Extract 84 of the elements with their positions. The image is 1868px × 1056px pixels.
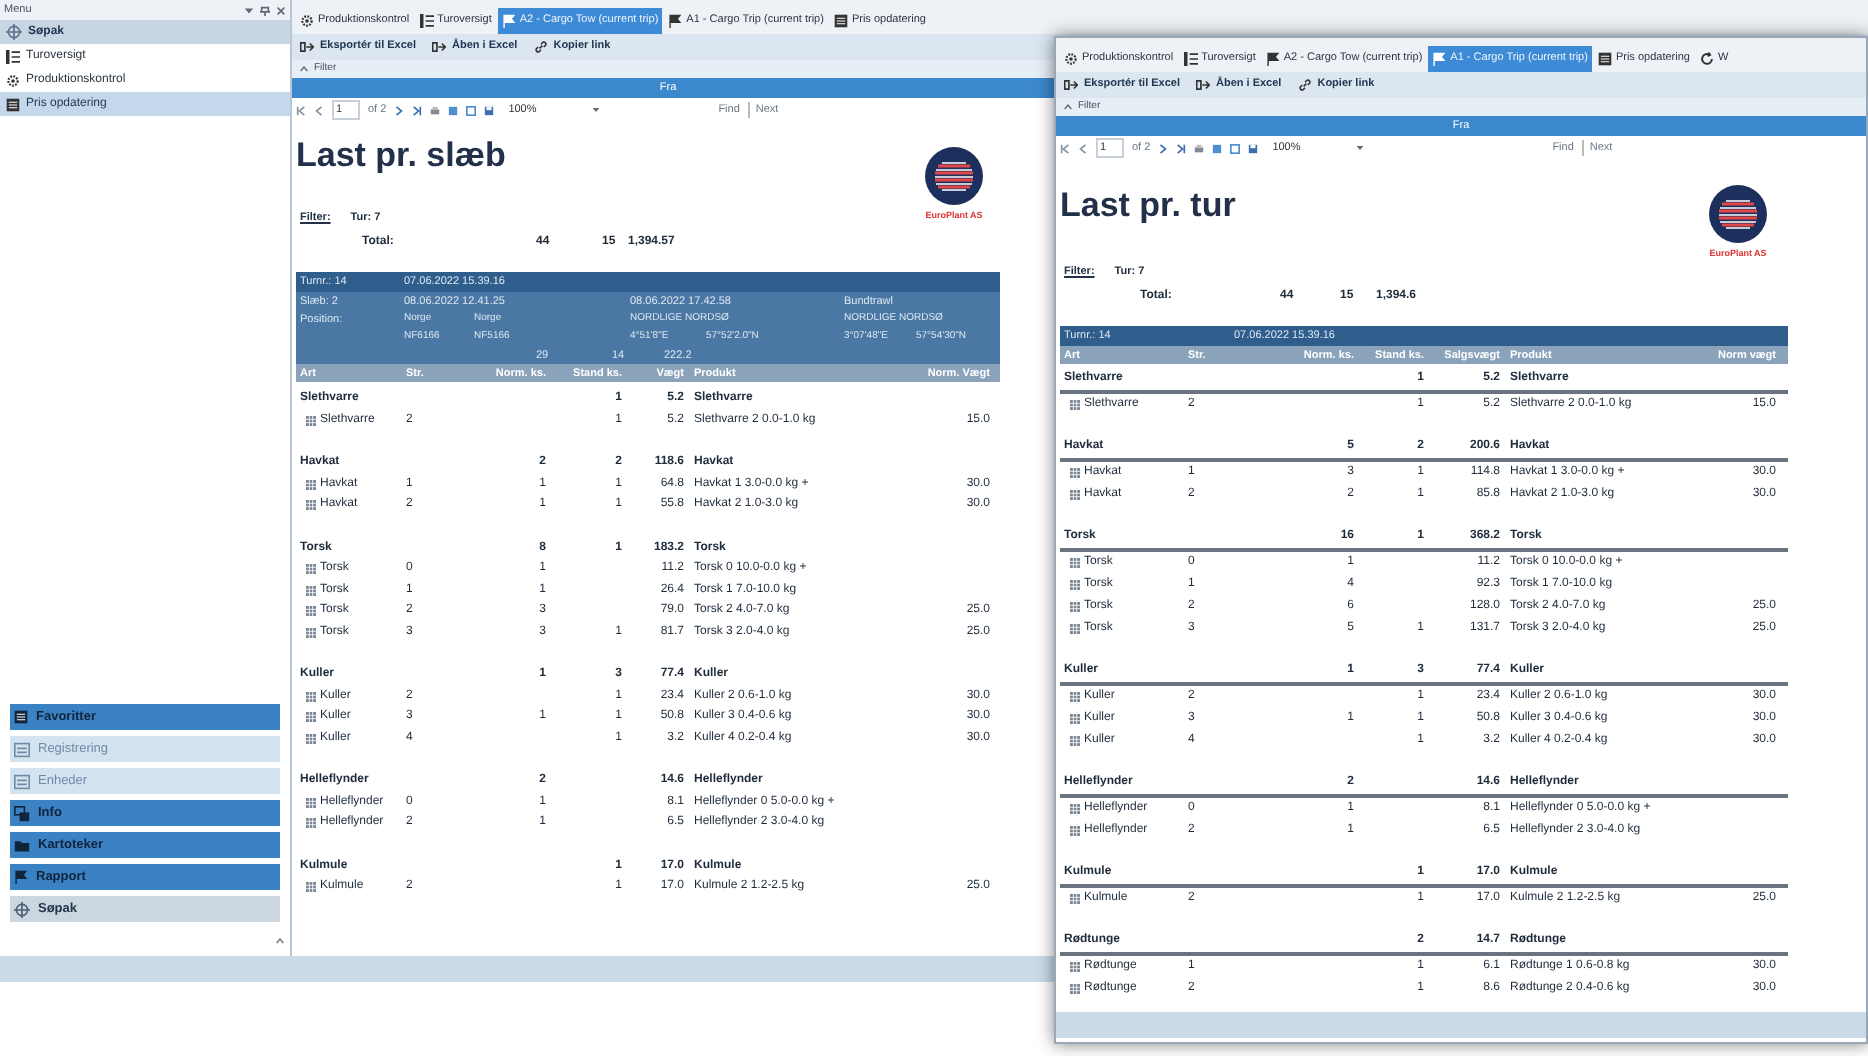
folder-icon xyxy=(14,837,30,853)
table-icon xyxy=(1070,490,1080,501)
wheel-icon xyxy=(6,24,22,40)
table-icon xyxy=(306,479,316,489)
wheel-icon xyxy=(14,901,30,917)
table-icon xyxy=(1070,580,1080,591)
table-icon xyxy=(306,564,316,574)
table-icon xyxy=(306,415,316,425)
caret-icon xyxy=(300,66,308,72)
table-icon xyxy=(306,733,316,743)
link-icon xyxy=(533,40,548,54)
export-icon xyxy=(432,40,446,54)
table-icon xyxy=(306,606,316,616)
flag-icon xyxy=(14,870,28,884)
table-icon xyxy=(306,797,316,807)
link-icon xyxy=(1297,78,1312,92)
gear-icon xyxy=(1064,52,1078,66)
page-setup-icon[interactable] xyxy=(466,105,477,115)
document-icon xyxy=(833,14,848,28)
document-icon xyxy=(14,710,28,724)
flag-icon xyxy=(668,14,683,28)
list-icon xyxy=(419,14,434,28)
table-icon xyxy=(1070,826,1080,837)
list-icon xyxy=(6,49,20,63)
page-layout-icon[interactable] xyxy=(448,105,459,115)
flag-icon xyxy=(1265,52,1280,66)
export-icon xyxy=(1196,78,1210,92)
page-setup-icon[interactable] xyxy=(1230,143,1241,153)
close-icon[interactable] xyxy=(276,5,286,15)
page-layout-icon[interactable] xyxy=(1212,143,1223,153)
table-icon xyxy=(1070,692,1080,703)
list-icon xyxy=(1183,52,1198,66)
table-icon xyxy=(1070,558,1080,569)
next-page-icon[interactable] xyxy=(1158,143,1169,153)
gear-icon xyxy=(6,73,20,87)
next-page-icon[interactable] xyxy=(394,105,405,115)
table-icon xyxy=(1070,962,1080,973)
print-icon[interactable] xyxy=(430,105,441,115)
pin-icon[interactable] xyxy=(260,5,270,15)
dropdown-icon xyxy=(592,106,601,114)
table-icon xyxy=(306,500,316,510)
flag-icon xyxy=(1432,52,1447,66)
table-icon xyxy=(306,691,316,701)
previous-page-icon[interactable] xyxy=(1078,143,1088,153)
first-page-icon[interactable] xyxy=(1060,143,1070,153)
first-page-icon[interactable] xyxy=(296,105,306,115)
table-icon xyxy=(1070,714,1080,725)
report-title: Last pr. tur xyxy=(1060,184,1236,228)
table-icon xyxy=(1070,400,1080,411)
export-icon xyxy=(1064,78,1078,92)
globe-logo xyxy=(924,146,984,206)
table-icon xyxy=(1070,804,1080,815)
flag-icon xyxy=(501,14,516,28)
table-icon xyxy=(306,818,316,828)
table-icon xyxy=(1070,736,1080,747)
document-icon xyxy=(1597,52,1612,66)
form-icon xyxy=(14,773,30,789)
table-icon xyxy=(306,712,316,722)
gear-icon xyxy=(300,14,314,28)
table-icon xyxy=(1070,468,1080,479)
refresh-icon xyxy=(1699,52,1714,66)
save-icon[interactable] xyxy=(1248,143,1259,153)
caret-icon[interactable] xyxy=(276,937,284,943)
dropdown-icon[interactable] xyxy=(244,5,254,15)
form-icon xyxy=(14,741,30,757)
table-icon xyxy=(1070,894,1080,905)
table-icon xyxy=(306,882,316,892)
table-icon xyxy=(1070,984,1080,995)
table-icon xyxy=(306,627,316,637)
document-icon xyxy=(6,97,20,111)
last-page-icon[interactable] xyxy=(412,105,423,115)
caret-icon xyxy=(1064,104,1072,110)
table-icon xyxy=(1070,624,1080,635)
export-icon xyxy=(300,40,314,54)
report-title: Last pr. slæb xyxy=(296,134,506,178)
last-page-icon[interactable] xyxy=(1176,143,1187,153)
table-icon xyxy=(1070,602,1080,613)
save-icon[interactable] xyxy=(484,105,495,115)
table-icon xyxy=(306,585,316,595)
windows-icon xyxy=(14,805,30,821)
print-icon[interactable] xyxy=(1194,143,1205,153)
dropdown-icon xyxy=(1356,144,1365,152)
previous-page-icon[interactable] xyxy=(314,105,324,115)
globe-logo xyxy=(1708,184,1768,244)
